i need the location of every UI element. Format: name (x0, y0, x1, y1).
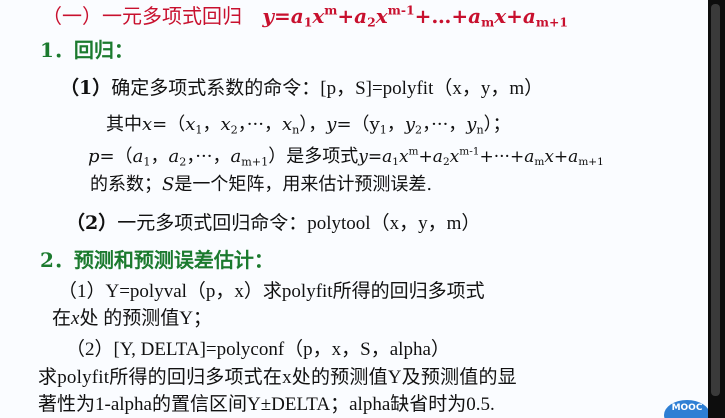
section-2-title: 2．预测和预测误差估计： (40, 248, 274, 272)
item-2-number: （2） (66, 212, 118, 234)
slide-heading: （一）一元多项式回归 y=a1xm+a2xm-1+…+amx+am+1 (42, 2, 568, 30)
item-2-command: polytool（x，y，m） (307, 213, 481, 234)
prediction-2-line-2: 求polyfit所得的回归多项式在x处的预测值Y及预测值的显 (38, 367, 517, 388)
item-2: （2）一元多项式回归命令：polytool（x，y，m） (66, 212, 481, 234)
scrollbar-thumb[interactable] (711, 4, 720, 396)
item-1-number: （1） (60, 77, 112, 99)
line-p-formula: y=a1xm+a2xm-1+···+amx+am+1 (358, 145, 604, 169)
prediction-1-line-1: （1）Y=polyval（p，x）求polyfit所得的回归多项式 (58, 281, 485, 302)
mooc-logo: MOOC (664, 400, 708, 418)
prediction-2-line-3: 著性为1-alpha的置信区间Y±DELTA；alpha缺省时为0.5. (38, 394, 495, 415)
prediction-2-line-1: （2）[Y, DELTA]=polyconf（p，x，S，alpha） (66, 339, 450, 360)
slide: （一）一元多项式回归 y=a1xm+a2xm-1+…+amx+am+1 1．回归… (0, 0, 708, 418)
item-1-command: [p，S]=polyfit（x，y，m） (320, 78, 544, 99)
item-1-desc: 确定多项式系数的命令： (111, 77, 321, 99)
heading-formula: y=a1xm+a2xm-1+…+amx+am+1 (262, 2, 568, 30)
line-p-definition: p=（a1，a2，···，am+1）是多项式y=a1xm+a2xm-1+···+… (88, 145, 604, 169)
prediction-1-line-2: 在x处 的预测值Y； (52, 308, 212, 329)
item-2-desc: 一元多项式回归命令： (117, 212, 308, 234)
section-1-title: 1．回归： (40, 38, 134, 62)
heading-label: （一）一元多项式回归 (42, 4, 242, 28)
line-x-definition: 其中x=（x1，x2，···，xn），y=（y1，y2，···，yn）； (106, 114, 511, 137)
item-1: （1）确定多项式系数的命令：[p，S]=polyfit（x，y，m） (60, 77, 544, 99)
line-coefficients: 的系数；S是一个矩阵，用来估计预测误差. (90, 174, 433, 195)
